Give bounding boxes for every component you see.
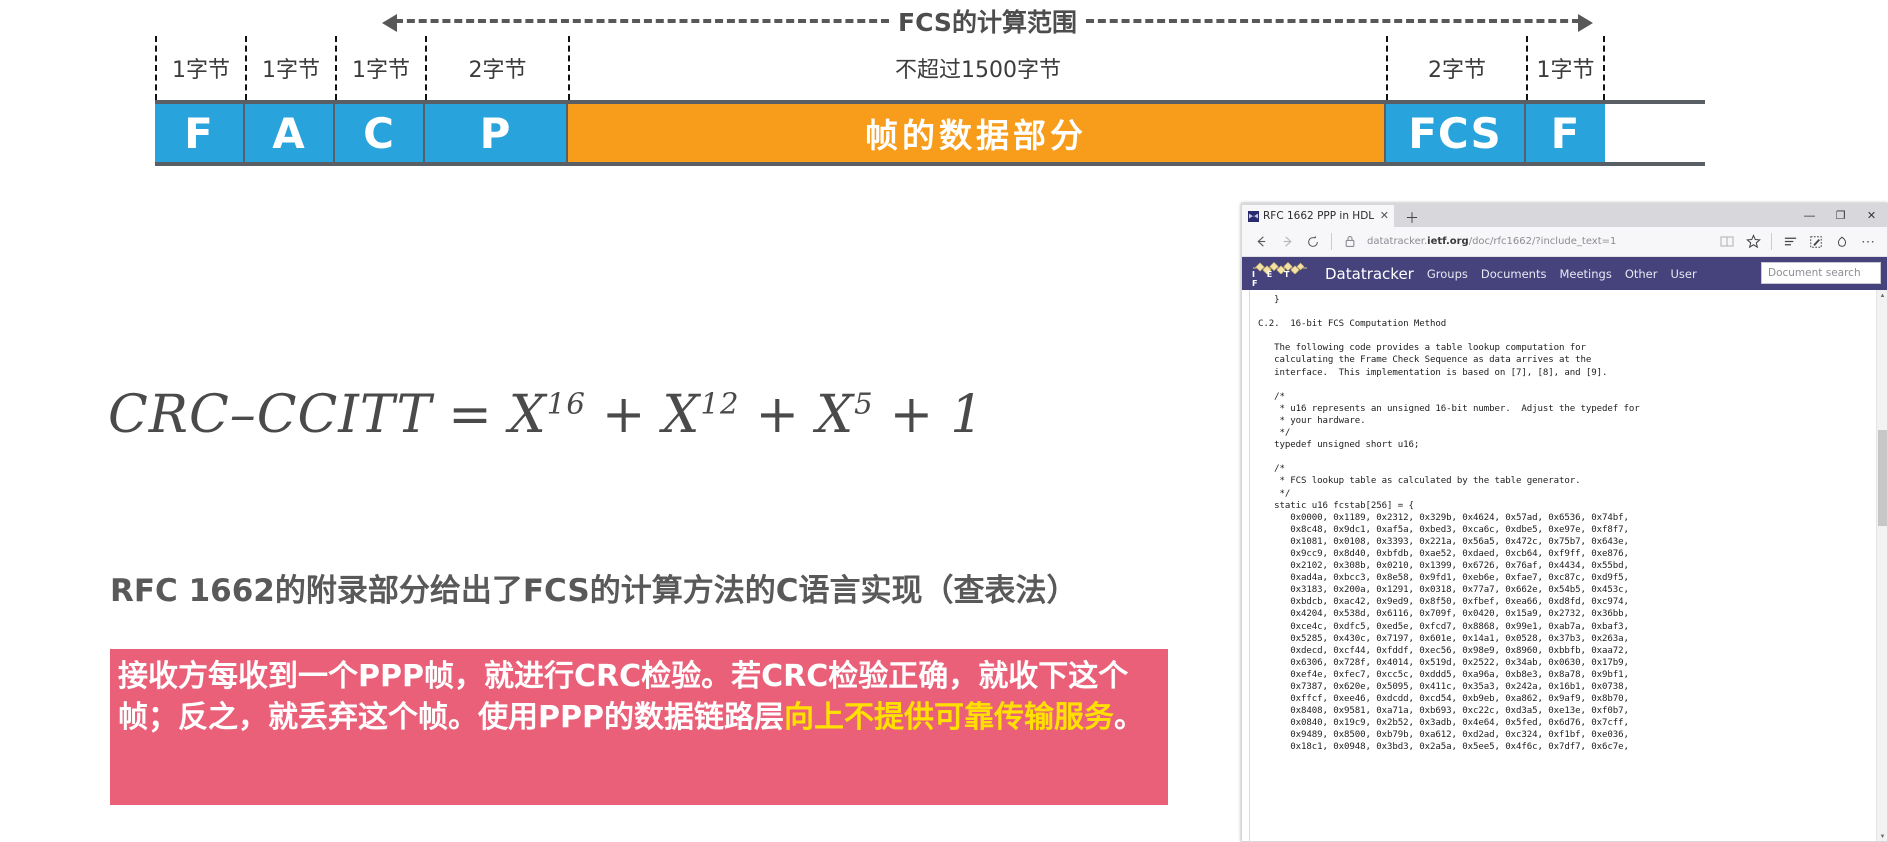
nav-item-groups[interactable]: Groups <box>1427 267 1468 281</box>
browser-toolbar: datatracker.ietf.org/doc/rfc1662/?includ… <box>1242 227 1887 257</box>
ietf-logo-icon[interactable]: I E T F <box>1249 260 1311 288</box>
callout-segment-highlight: 向上不提供可靠传输服务 <box>783 699 1114 735</box>
toolbar-divider <box>1331 233 1332 250</box>
size-label-address: 1字节 <box>245 36 335 100</box>
browser-window: RFC 1662 PPP in HDLC ✕ ＋ — ❐ ✕ datatrack… <box>1241 203 1888 842</box>
field-fcs: FCS <box>1386 104 1526 162</box>
window-controls: — ❐ ✕ <box>1794 204 1887 227</box>
formula-plus-2: + <box>755 385 801 445</box>
fcs-scope-annotation: FCS的计算范围 <box>381 6 1594 37</box>
field-protocol: P <box>425 104 568 162</box>
ietf-logo-letters: I E T F <box>1252 269 1294 288</box>
document-viewport: } C.2. 16-bit FCS Computation Method The… <box>1242 290 1887 841</box>
document-content-pane: } C.2. 16-bit FCS Computation Method The… <box>1242 290 1876 841</box>
callout-segment-plain-2: 。 <box>1113 699 1144 735</box>
formula-term-2: X12 <box>662 385 740 445</box>
url-text: datatracker.ietf.org/doc/rfc1662/?includ… <box>1367 236 1617 247</box>
field-control: C <box>335 104 425 162</box>
formula-term-1: X16 <box>508 385 586 445</box>
web-notes-icon[interactable] <box>1803 229 1829 255</box>
reading-view-icon[interactable] <box>1714 229 1740 255</box>
size-label-flag-end: 1字节 <box>1526 36 1605 100</box>
scroll-up-icon[interactable]: ▲ <box>1877 290 1887 301</box>
nav-brand-datatracker[interactable]: Datatracker <box>1325 265 1414 283</box>
hub-icon[interactable] <box>1777 229 1803 255</box>
formula-term-3: X5 <box>816 385 874 445</box>
crc-polynomial-formula: CRC–CCITT = X16 + X12 + X5 +1 <box>108 385 984 445</box>
ietf-navbar: I E T F Datatracker Groups Documents Mee… <box>1242 257 1887 290</box>
field-flag-end: F <box>1526 104 1605 162</box>
forward-icon[interactable] <box>1274 229 1300 255</box>
formula-equals: = <box>448 385 493 445</box>
formula-lhs: CRC–CCITT <box>108 385 433 445</box>
refresh-icon[interactable] <box>1300 229 1326 255</box>
frame-field-band: F A C P 帧的数据部分 FCS F <box>155 100 1705 166</box>
close-icon[interactable]: ✕ <box>1378 210 1389 222</box>
field-flag-start: F <box>155 104 245 162</box>
close-window-icon[interactable]: ✕ <box>1856 204 1887 227</box>
size-label-control: 1字节 <box>335 36 425 100</box>
rfc1662-appendix-code: } C.2. 16-bit FCS Computation Method The… <box>1258 295 1640 753</box>
scrollbar-thumb[interactable] <box>1878 430 1887 526</box>
size-label-flag-start: 1字节 <box>155 36 245 100</box>
favorite-star-icon[interactable] <box>1740 229 1766 255</box>
size-label-protocol: 2字节 <box>425 36 568 100</box>
scope-arrow-left <box>381 14 890 32</box>
crc-callout-box: 接收方每收到一个PPP帧，就进行CRC检验。若CRC检验正确，就收下这个帧；反之… <box>110 649 1168 805</box>
minimize-icon[interactable]: — <box>1794 204 1825 227</box>
scroll-down-icon[interactable]: ▼ <box>1877 831 1887 841</box>
nav-item-meetings[interactable]: Meetings <box>1559 267 1611 281</box>
size-label-payload: 不超过1500字节 <box>568 36 1386 100</box>
fcs-scope-label: FCS的计算范围 <box>898 8 1077 37</box>
formula-plus-1: + <box>601 385 647 445</box>
crc-callout-text: 接收方每收到一个PPP帧，就进行CRC检验。若CRC检验正确，就收下这个帧；反之… <box>118 657 1160 739</box>
more-options-icon[interactable]: ⋯ <box>1855 229 1881 255</box>
nav-item-other[interactable]: Other <box>1625 267 1658 281</box>
field-payload: 帧的数据部分 <box>568 104 1386 162</box>
document-scrollbar[interactable]: ▲ ▼ <box>1876 290 1887 841</box>
content-left-rule <box>1249 290 1250 841</box>
field-address: A <box>245 104 335 162</box>
byte-size-band: 1字节 1字节 1字节 2字节 不超过1500字节 2字节 1字节 <box>155 36 1705 100</box>
browser-tabstrip: RFC 1662 PPP in HDLC ✕ ＋ — ❐ ✕ <box>1242 204 1887 227</box>
toolbar-divider-2 <box>1771 233 1772 250</box>
address-bar[interactable]: datatracker.ietf.org/doc/rfc1662/?includ… <box>1363 229 1714 255</box>
formula-term-4: 1 <box>950 385 985 445</box>
tab-title: RFC 1662 PPP in HDLC <box>1263 210 1374 222</box>
tab-rfc1662[interactable]: RFC 1662 PPP in HDLC ✕ <box>1242 205 1394 227</box>
share-icon[interactable] <box>1829 229 1855 255</box>
nav-item-user[interactable]: User <box>1670 267 1696 281</box>
slide-canvas: FCS的计算范围 1字节 1字节 1字节 2字节 不超过1500字节 2字节 1… <box>0 0 1888 842</box>
scope-arrow-right <box>1085 14 1594 32</box>
formula-plus-3: + <box>889 385 935 445</box>
new-tab-button[interactable]: ＋ <box>1394 211 1428 227</box>
ppp-frame-diagram: FCS的计算范围 1字节 1字节 1字节 2字节 不超过1500字节 2字节 1… <box>155 0 1705 186</box>
nav-item-documents[interactable]: Documents <box>1481 267 1547 281</box>
document-search-input[interactable]: Document search <box>1761 262 1881 284</box>
back-icon[interactable] <box>1248 229 1274 255</box>
size-label-fcs: 2字节 <box>1386 36 1526 100</box>
ietf-favicon-icon <box>1248 210 1259 222</box>
maximize-icon[interactable]: ❐ <box>1825 204 1856 227</box>
rfc-headline: RFC 1662的附录部分给出了FCS的计算方法的C语言实现（查表法） <box>110 573 1078 609</box>
lock-icon <box>1337 229 1363 255</box>
document-search-placeholder: Document search <box>1768 267 1861 279</box>
